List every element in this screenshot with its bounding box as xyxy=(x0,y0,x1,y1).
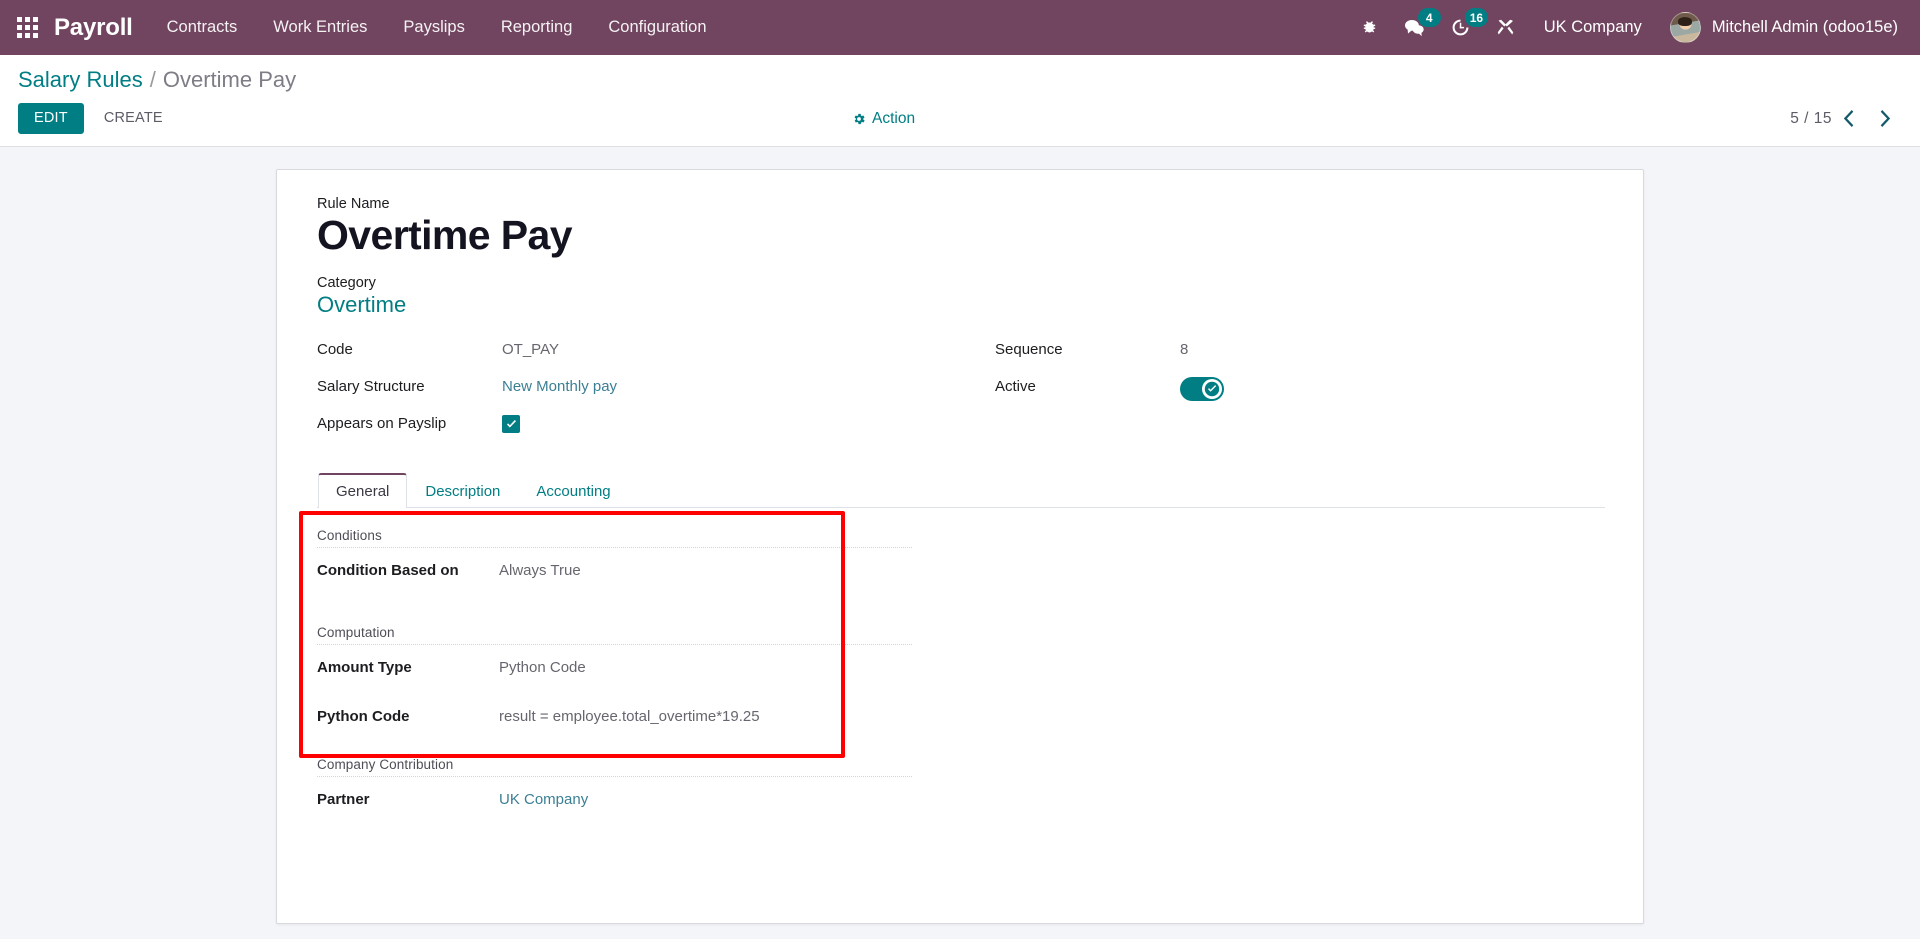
section-computation-title: Computation xyxy=(317,625,912,646)
field-salary-structure: Salary Structure New Monthly pay xyxy=(317,377,961,400)
tab-general[interactable]: General xyxy=(318,473,408,509)
activities-button[interactable]: 16 xyxy=(1438,0,1489,55)
sheet-background: Rule Name Overtime Pay Category Overtime… xyxy=(0,147,1920,924)
field-amount-type-label: Amount Type xyxy=(317,659,412,677)
form-sheet: Rule Name Overtime Pay Category Overtime… xyxy=(276,169,1644,924)
menu-item-configuration[interactable]: Configuration xyxy=(590,0,724,55)
category-value[interactable]: Overtime xyxy=(317,292,406,318)
field-amount-type-value[interactable]: Python Code xyxy=(499,659,586,676)
pager-next-button[interactable] xyxy=(1867,108,1902,129)
category-label: Category xyxy=(317,274,376,291)
section-company-contribution-title: Company Contribution xyxy=(317,757,912,778)
create-button[interactable]: CREATE xyxy=(90,103,177,134)
chevron-left-icon xyxy=(1843,110,1854,127)
breadcrumb-current: Overtime Pay xyxy=(162,67,297,92)
spacer-after-conditions xyxy=(317,593,1605,625)
field-partner-label: Partner xyxy=(317,791,370,809)
navbar-right-group: 4 16 UK Company Mitchell Admin (odoo15e) xyxy=(1348,0,1906,55)
field-active: Active xyxy=(995,377,1605,402)
edit-button[interactable]: EDIT xyxy=(18,103,84,134)
tab-description[interactable]: Description xyxy=(407,473,518,508)
chevron-right-icon xyxy=(1880,110,1891,127)
field-amount-type: Amount Type Python Code xyxy=(317,659,1605,676)
pager: 5 / 15 xyxy=(1790,108,1902,129)
field-sequence-value[interactable]: 8 xyxy=(1180,340,1188,358)
avatar xyxy=(1669,12,1701,43)
check-circle-icon xyxy=(1204,382,1220,397)
user-name: Mitchell Admin (odoo15e) xyxy=(1711,18,1898,36)
navbar-menu: Contracts Work Entries Payslips Reportin… xyxy=(149,0,725,55)
pager-previous-button[interactable] xyxy=(1832,108,1867,129)
notebook: General Description Accounting Condition… xyxy=(299,473,1605,808)
fields-grid: Code OT_PAY Salary Structure New Monthly… xyxy=(317,340,1605,451)
field-active-label: Active xyxy=(995,378,1036,396)
fields-column-right: Sequence 8 Active xyxy=(961,340,1605,451)
spacer-after-amount-type xyxy=(317,690,1605,708)
field-partner-value[interactable]: UK Company xyxy=(499,791,588,808)
control-panel-buttons: EDIT CREATE Action 5 / 15 xyxy=(0,97,1920,146)
field-salary-structure-label: Salary Structure xyxy=(317,378,425,396)
company-switcher[interactable]: UK Company xyxy=(1528,0,1658,55)
apps-menu-button[interactable] xyxy=(0,0,54,55)
menu-item-payslips[interactable]: Payslips xyxy=(385,0,482,55)
action-menu-label: Action xyxy=(872,109,916,127)
rule-name-value[interactable]: Overtime Pay xyxy=(317,212,1605,259)
form-sheet-inner: Rule Name Overtime Pay Category Overtime… xyxy=(295,192,1625,808)
field-appears-on-payslip-label: Appears on Payslip xyxy=(317,415,447,433)
breadcrumb-separator: / xyxy=(149,67,156,92)
apps-grid-icon xyxy=(16,17,38,38)
field-python-code: Python Code result = employee.total_over… xyxy=(317,708,1605,725)
field-condition-based-on: Condition Based on Always True xyxy=(317,562,1605,579)
field-sequence-label: Sequence xyxy=(995,341,1063,359)
rule-name-label: Rule Name xyxy=(317,196,390,212)
active-toggle[interactable] xyxy=(1180,377,1224,402)
field-appears-on-payslip: Appears on Payslip xyxy=(317,414,961,437)
field-condition-based-on-value[interactable]: Always True xyxy=(499,562,581,579)
notebook-tabs: General Description Accounting xyxy=(317,473,1605,509)
gear-icon xyxy=(854,113,865,124)
active-toggle-knob xyxy=(1202,379,1222,400)
field-condition-based-on-label: Condition Based on xyxy=(317,562,459,580)
field-python-code-label: Python Code xyxy=(317,708,410,726)
field-code-value[interactable]: OT_PAY xyxy=(502,340,559,358)
breadcrumb-salary-rules[interactable]: Salary Rules xyxy=(18,67,143,93)
control-panel: Salary Rules / Overtime Pay EDIT CREATE … xyxy=(0,55,1920,147)
spacer-after-python-code xyxy=(317,739,1605,757)
field-salary-structure-value[interactable]: New Monthly pay xyxy=(502,377,617,395)
debug-bug-button[interactable] xyxy=(1348,0,1391,55)
check-icon xyxy=(506,419,516,428)
fields-column-left: Code OT_PAY Salary Structure New Monthly… xyxy=(317,340,961,451)
top-navbar: Payroll Contracts Work Entries Payslips … xyxy=(0,0,1920,55)
field-partner: Partner UK Company xyxy=(317,791,1605,808)
appears-on-payslip-checkbox[interactable] xyxy=(502,415,520,434)
tab-accounting[interactable]: Accounting xyxy=(518,473,628,508)
menu-item-reporting[interactable]: Reporting xyxy=(483,0,591,55)
menu-item-contracts[interactable]: Contracts xyxy=(149,0,256,55)
tools-button[interactable] xyxy=(1483,0,1528,55)
section-conditions-title: Conditions xyxy=(317,528,912,549)
breadcrumb: Salary Rules / Overtime Pay xyxy=(0,55,1920,97)
field-code: Code OT_PAY xyxy=(317,340,961,363)
tools-icon xyxy=(1497,19,1513,35)
pager-value: 5 / 15 xyxy=(1790,109,1832,127)
action-menu-button[interactable]: Action xyxy=(852,110,915,128)
user-menu[interactable]: Mitchell Admin (odoo15e) xyxy=(1658,0,1906,55)
field-sequence: Sequence 8 xyxy=(995,340,1605,363)
form-view: Rule Name Overtime Pay Category Overtime… xyxy=(0,147,1920,939)
field-code-label: Code xyxy=(317,341,353,359)
bug-icon xyxy=(1363,21,1375,33)
field-python-code-value[interactable]: result = employee.total_overtime*19.25 xyxy=(499,708,760,725)
notebook-page-general: Conditions Condition Based on Always Tru… xyxy=(299,508,1605,808)
messages-button[interactable]: 4 xyxy=(1391,0,1441,55)
menu-item-work-entries[interactable]: Work Entries xyxy=(255,0,385,55)
app-brand-payroll[interactable]: Payroll xyxy=(54,14,149,42)
